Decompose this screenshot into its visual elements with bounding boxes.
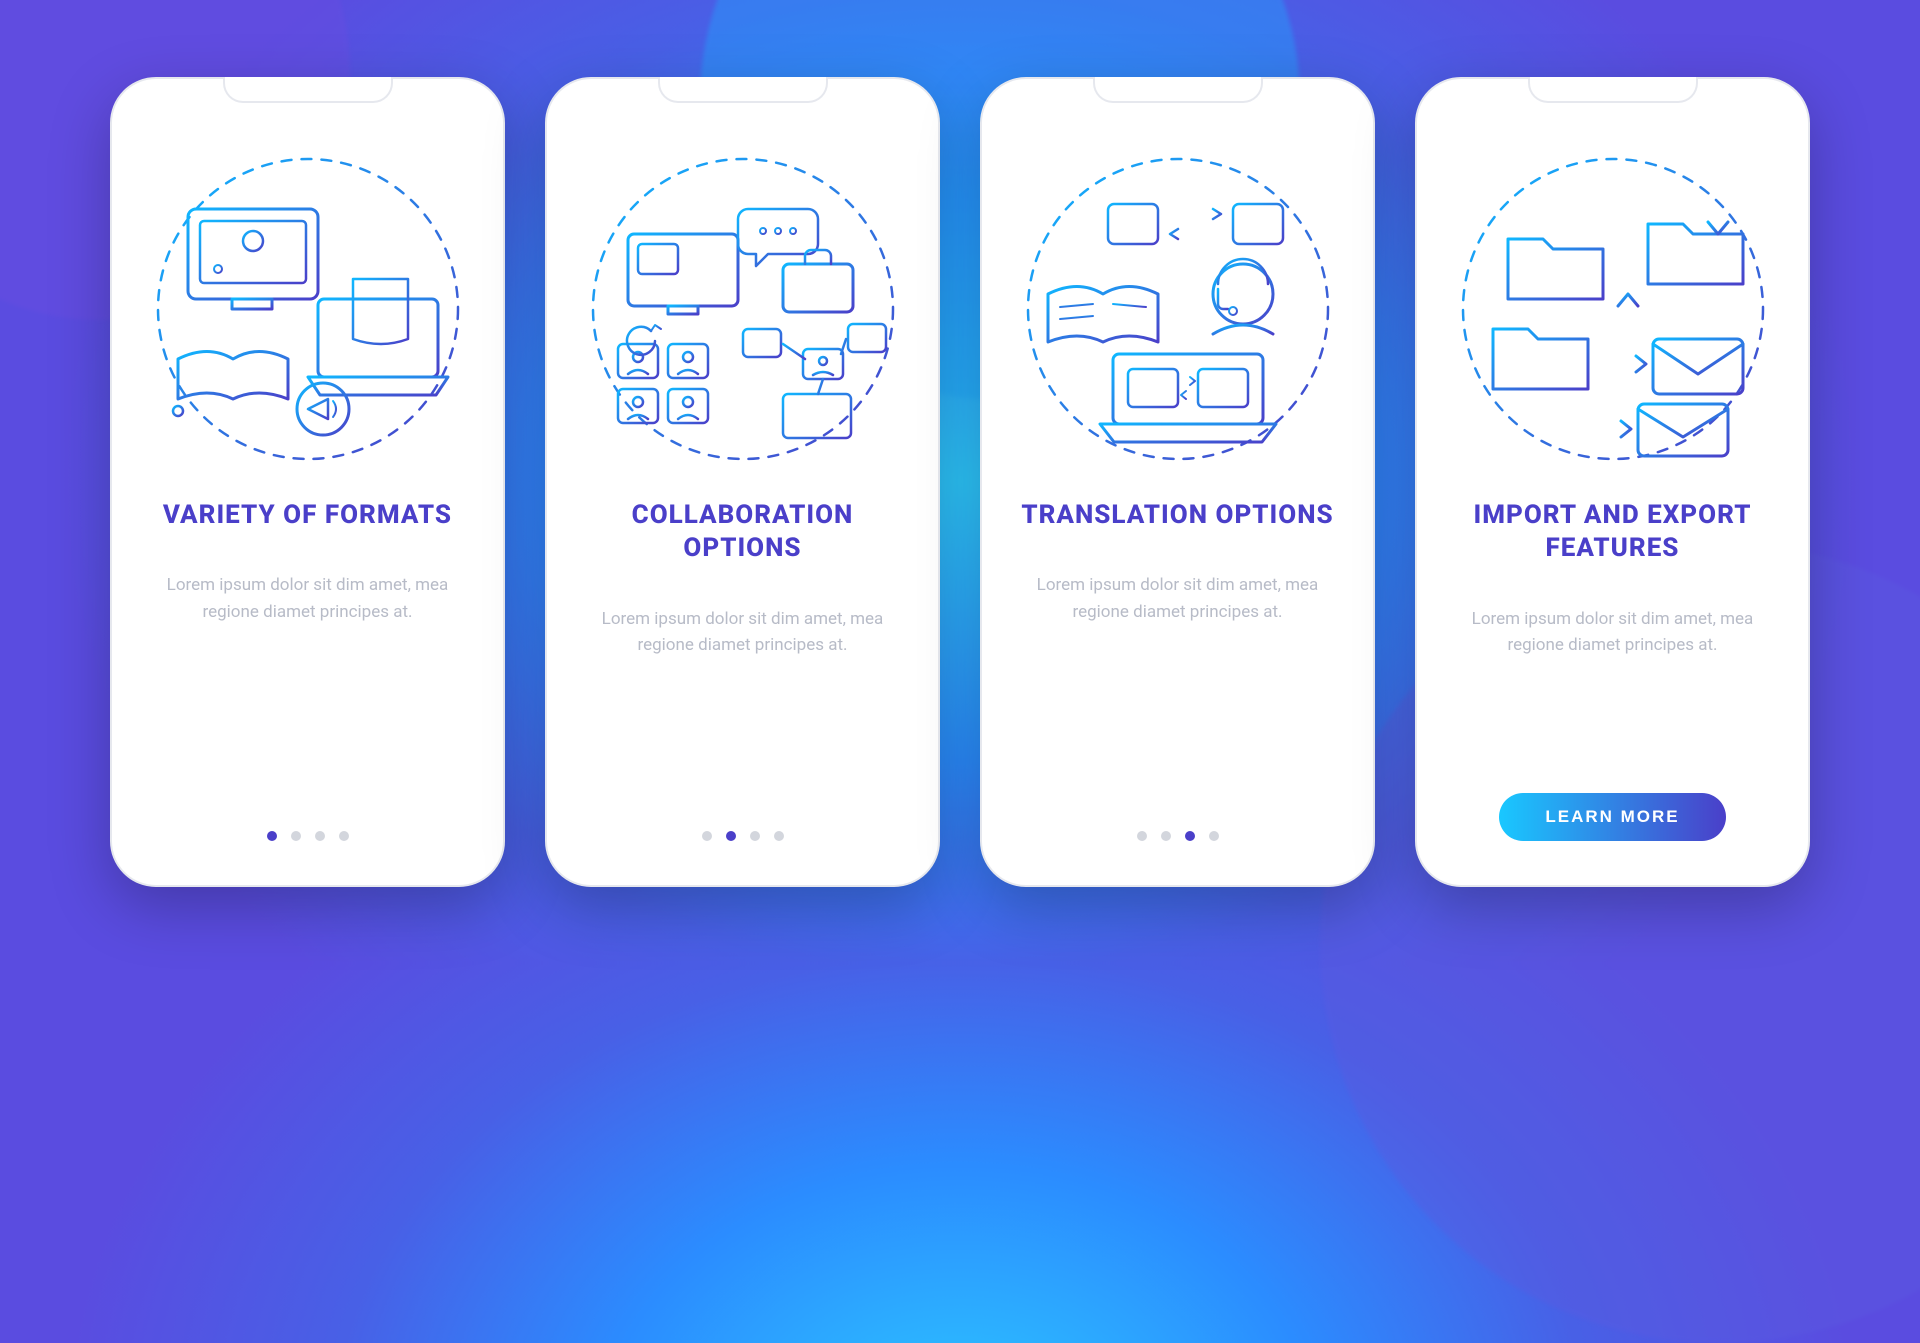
pagination-dot-4[interactable] [774, 831, 784, 841]
screen-description: Lorem ipsum dolor sit dim amet, mea regi… [140, 572, 475, 625]
screen-footer: LEARN MORE [1417, 793, 1808, 841]
pagination-dot-3[interactable] [750, 831, 760, 841]
screen-title: VARIETY OF FORMATS [153, 499, 462, 533]
screen-footer [112, 831, 503, 841]
screen-footer [547, 831, 938, 841]
pagination-dots [702, 831, 784, 841]
screen-title: TRANSLATION OPTIONS [1011, 499, 1343, 533]
screen-footer [982, 831, 1373, 841]
svg-text:EN: EN [1121, 215, 1144, 236]
onboarding-screen-1: VARIETY OF FORMATS Lorem ipsum dolor sit … [110, 77, 505, 887]
pagination-dot-2[interactable] [726, 831, 736, 841]
svg-text:A: A [1251, 212, 1265, 236]
import-export-illustration [1453, 149, 1773, 469]
screen-description: Lorem ipsum dolor sit dim amet, mea regi… [575, 606, 910, 659]
phone-notch [1093, 77, 1263, 103]
screen-description: Lorem ipsum dolor sit dim amet, mea regi… [1010, 572, 1345, 625]
screen-description: Lorem ipsum dolor sit dim amet, mea regi… [1445, 606, 1780, 659]
pagination-dot-4[interactable] [1209, 831, 1219, 841]
screen-title: COLLABORATION OPTIONS [575, 499, 910, 567]
pagination-dot-1[interactable] [267, 831, 277, 841]
pagination-dot-2[interactable] [1161, 831, 1171, 841]
phone-notch [658, 77, 828, 103]
pagination-dot-1[interactable] [702, 831, 712, 841]
pagination-dot-3[interactable] [1185, 831, 1195, 841]
collaboration-illustration [583, 149, 903, 469]
learn-more-button[interactable]: LEARN MORE [1499, 793, 1725, 841]
onboarding-screen-2: COLLABORATION OPTIONS Lorem ipsum dolor s… [545, 77, 940, 887]
onboarding-screen-4: IMPORT AND EXPORT FEATURES Lorem ipsum do… [1415, 77, 1810, 887]
svg-text:EN: EN [1143, 380, 1162, 398]
phone-notch [223, 77, 393, 103]
onboarding-screen-3: EN A EN A TRANSLATION OPTIONS Lorem ipsum… [980, 77, 1375, 887]
pagination-dot-1[interactable] [1137, 831, 1147, 841]
pagination-dot-4[interactable] [339, 831, 349, 841]
pagination-dot-3[interactable] [315, 831, 325, 841]
translation-illustration: EN A EN A [1018, 149, 1338, 469]
svg-text:A: A [1217, 379, 1229, 399]
screen-title: IMPORT AND EXPORT FEATURES [1445, 499, 1780, 567]
pagination-dots [1137, 831, 1219, 841]
formats-illustration [148, 149, 468, 469]
pagination-dots [267, 831, 349, 841]
phone-notch [1528, 77, 1698, 103]
pagination-dot-2[interactable] [291, 831, 301, 841]
